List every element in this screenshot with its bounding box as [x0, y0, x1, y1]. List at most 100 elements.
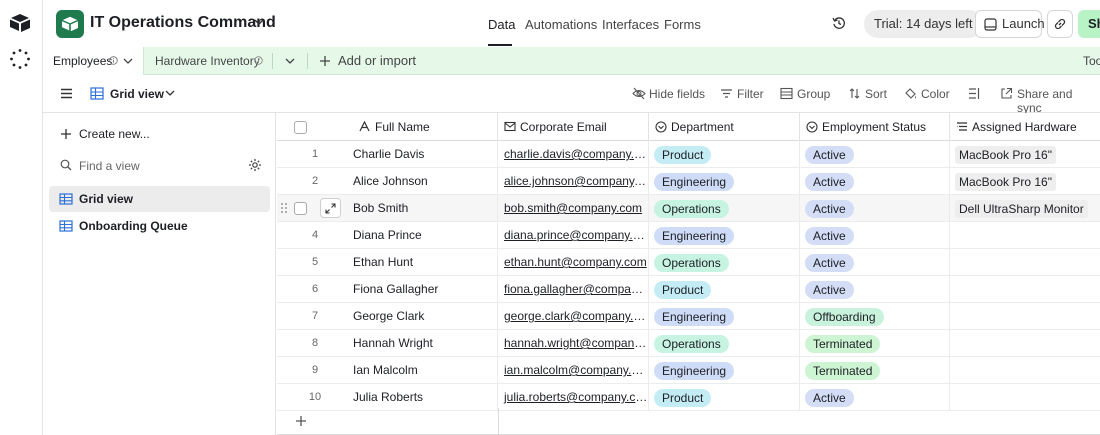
cell-employment-status[interactable]: Terminated — [800, 330, 950, 356]
group-button[interactable]: Group — [780, 87, 830, 101]
drag-handle-icon[interactable] — [280, 202, 288, 214]
cell-full-name[interactable]: Fiona Gallagher — [353, 276, 498, 302]
cell-department[interactable]: Operations — [649, 330, 800, 356]
email-link[interactable]: julia.roberts@company.com — [504, 390, 648, 404]
cell-employment-status[interactable]: Active — [800, 249, 950, 275]
cell-department[interactable]: Product — [649, 384, 800, 410]
cell-assigned-hardware[interactable] — [950, 222, 1100, 248]
email-link[interactable]: fiona.gallagher@company.... — [504, 282, 648, 296]
email-link[interactable]: alice.johnson@company.co... — [504, 174, 648, 188]
cell-assigned-hardware[interactable] — [950, 303, 1100, 329]
cell-full-name[interactable]: George Clark — [353, 303, 498, 329]
table-tab-hardware-inventory[interactable]: Hardware Inventory — [155, 47, 260, 75]
table-row[interactable]: 1 Charlie Davis charlie.davis@company.com P… — [277, 141, 1100, 168]
base-icon[interactable] — [56, 10, 84, 38]
cell-department[interactable]: Engineering — [649, 168, 800, 194]
cell-corporate-email[interactable]: charlie.davis@company.com — [498, 141, 649, 167]
cell-employment-status[interactable]: Active — [800, 195, 950, 221]
cell-assigned-hardware[interactable] — [950, 384, 1100, 410]
cell-assigned-hardware[interactable]: MacBook Pro 16" — [950, 141, 1100, 167]
chevron-down-icon[interactable] — [123, 57, 133, 65]
tab-automations[interactable]: Automations — [525, 17, 597, 32]
cell-department[interactable]: Engineering — [649, 303, 800, 329]
row-height-icon[interactable] — [968, 87, 980, 100]
cell-assigned-hardware[interactable] — [950, 276, 1100, 302]
cell-full-name[interactable]: Hannah Wright — [353, 330, 498, 356]
cell-corporate-email[interactable]: george.clark@company.com — [498, 303, 649, 329]
base-name[interactable]: IT Operations Command — [90, 14, 276, 32]
table-row[interactable]: Bob Smith bob.smith@company.com Operations… — [277, 195, 1100, 222]
email-link[interactable]: bob.smith@company.com — [504, 201, 642, 215]
table-row[interactable]: 10 Julia Roberts julia.roberts@company.com… — [277, 384, 1100, 411]
cell-employment-status[interactable]: Active — [800, 384, 950, 410]
cell-department[interactable]: Engineering — [649, 357, 800, 383]
column-header-corporate-email[interactable]: Corporate Email — [498, 113, 649, 141]
hide-fields-button[interactable]: Hide fields — [632, 87, 705, 101]
trial-badge[interactable]: Trial: 14 days left — [864, 10, 983, 38]
cell-full-name[interactable]: Ian Malcolm — [353, 357, 498, 383]
column-header-assigned-hardware[interactable]: Assigned Hardware — [950, 113, 1100, 141]
cell-employment-status[interactable]: Active — [800, 276, 950, 302]
email-link[interactable]: ethan.hunt@company.com — [504, 255, 647, 269]
column-header-department[interactable]: Department — [649, 113, 800, 141]
gear-icon[interactable] — [248, 158, 262, 172]
info-icon[interactable] — [109, 56, 118, 65]
tab-interfaces[interactable]: Interfaces — [602, 17, 659, 32]
hamburger-menu-icon[interactable] — [60, 88, 73, 99]
hardware-tag[interactable]: Dell UltraSharp Monitor — [955, 199, 1088, 218]
table-row[interactable]: 9 Ian Malcolm ian.malcolm@company.com Engin… — [277, 357, 1100, 384]
table-tab-employees[interactable]: Employees — [43, 47, 144, 75]
chevron-down-icon[interactable] — [284, 56, 296, 66]
cell-employment-status[interactable]: Active — [800, 141, 950, 167]
cell-department[interactable]: Operations — [649, 249, 800, 275]
email-link[interactable]: charlie.davis@company.com — [504, 147, 648, 161]
chevron-down-icon[interactable] — [253, 16, 265, 28]
row-checkbox[interactable] — [294, 202, 307, 215]
cell-corporate-email[interactable]: alice.johnson@company.co... — [498, 168, 649, 194]
airtable-logo-icon[interactable] — [9, 13, 31, 33]
tab-data[interactable]: Data — [488, 17, 515, 32]
table-row[interactable]: 8 Hannah Wright hannah.wright@company.c...… — [277, 330, 1100, 357]
add-record-row[interactable] — [277, 408, 1100, 435]
table-row[interactable]: 2 Alice Johnson alice.johnson@company.co..… — [277, 168, 1100, 195]
cell-corporate-email[interactable]: ethan.hunt@company.com — [498, 249, 649, 275]
cell-assigned-hardware[interactable]: Dell UltraSharp Monitor — [950, 195, 1100, 221]
sort-button[interactable]: Sort — [848, 87, 887, 101]
cell-employment-status[interactable]: Active — [800, 222, 950, 248]
cell-corporate-email[interactable]: fiona.gallagher@company.... — [498, 276, 649, 302]
cell-employment-status[interactable]: Offboarding — [800, 303, 950, 329]
cell-department[interactable]: Product — [649, 141, 800, 167]
table-row[interactable]: 4 Diana Prince diana.prince@company.com Eng… — [277, 222, 1100, 249]
cell-full-name[interactable]: Ethan Hunt — [353, 249, 498, 275]
cell-assigned-hardware[interactable] — [950, 330, 1100, 356]
cell-assigned-hardware[interactable]: MacBook Pro 16" — [950, 168, 1100, 194]
cell-full-name[interactable]: Bob Smith — [353, 195, 498, 221]
cell-full-name[interactable]: Charlie Davis — [353, 141, 498, 167]
cell-corporate-email[interactable]: diana.prince@company.com — [498, 222, 649, 248]
expand-record-button[interactable] — [320, 198, 341, 218]
table-row[interactable]: 7 George Clark george.clark@company.com Eng… — [277, 303, 1100, 330]
cell-corporate-email[interactable]: hannah.wright@company.c... — [498, 330, 649, 356]
share-button[interactable]: Sh — [1078, 10, 1100, 38]
copy-link-button[interactable] — [1047, 10, 1073, 38]
tab-forms[interactable]: Forms — [664, 17, 701, 32]
add-or-import-button[interactable]: Add or import — [319, 47, 416, 75]
table-row[interactable]: 6 Fiona Gallagher fiona.gallagher@company.… — [277, 276, 1100, 303]
cell-corporate-email[interactable]: ian.malcolm@company.com — [498, 357, 649, 383]
find-view-input[interactable]: Find a view — [60, 159, 140, 173]
hardware-tag[interactable]: MacBook Pro 16" — [955, 145, 1056, 164]
launch-button[interactable]: Launch — [975, 10, 1045, 38]
cell-employment-status[interactable]: Terminated — [800, 357, 950, 383]
chevron-down-icon[interactable] — [165, 89, 175, 97]
sidebar-item-grid-view[interactable]: Grid view — [49, 186, 270, 212]
cell-employment-status[interactable]: Active — [800, 168, 950, 194]
column-header-employment-status[interactable]: Employment Status — [800, 113, 950, 141]
cell-corporate-email[interactable]: bob.smith@company.com — [498, 195, 649, 221]
cell-department[interactable]: Product — [649, 276, 800, 302]
email-link[interactable]: ian.malcolm@company.com — [504, 363, 648, 377]
cell-full-name[interactable]: Diana Prince — [353, 222, 498, 248]
cell-assigned-hardware[interactable] — [950, 249, 1100, 275]
hardware-tag[interactable]: MacBook Pro 16" — [955, 172, 1056, 191]
filter-button[interactable]: Filter — [720, 87, 764, 101]
cell-full-name[interactable]: Alice Johnson — [353, 168, 498, 194]
